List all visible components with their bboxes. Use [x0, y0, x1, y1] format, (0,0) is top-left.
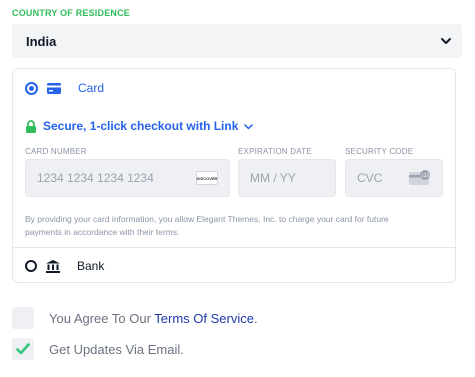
country-label: COUNTRY OF RESIDENCE: [12, 8, 131, 18]
svg-text:123: 123: [421, 173, 430, 179]
bank-icon: [46, 259, 60, 273]
lock-icon: [26, 119, 36, 133]
link-checkout-text: Secure, 1-click checkout with Link: [43, 119, 239, 133]
email-updates-row: Get Updates Via Email.: [12, 338, 184, 360]
security-code-label: SECURITY CODE: [345, 147, 414, 156]
security-code-placeholder: CVC: [357, 171, 383, 185]
email-updates-checkbox[interactable]: [12, 338, 34, 360]
discover-card-icon: DISCOVER: [196, 171, 218, 185]
country-select[interactable]: India: [12, 24, 462, 58]
bank-radio-unselected[interactable]: [25, 260, 37, 272]
terms-agreement-row: You Agree To Our Terms Of Service.: [12, 307, 258, 329]
payment-divider: [13, 247, 455, 248]
checkmark-icon: [16, 343, 30, 355]
terms-prefix: You Agree To Our: [49, 310, 155, 326]
card-option-label: Card: [78, 81, 105, 95]
bank-option-label: Bank: [77, 259, 105, 273]
link-checkout-toggle[interactable]: Secure, 1-click checkout with Link: [25, 119, 254, 133]
chevron-down-icon: [244, 123, 254, 129]
payment-option-bank[interactable]: Bank: [25, 259, 104, 273]
chevron-down-icon: [441, 38, 451, 44]
country-select-value: India: [26, 33, 57, 49]
expiration-label: EXPIRATION DATE: [238, 147, 312, 156]
card-number-label: CARD NUMBER: [25, 147, 87, 156]
discover-brand-text: DISCOVER: [196, 175, 218, 181]
card-radio-selected[interactable]: [25, 81, 38, 95]
security-code-input[interactable]: CVC 123: [345, 159, 443, 197]
payment-option-card[interactable]: Card: [25, 81, 104, 95]
expiration-placeholder: MM / YY: [250, 171, 296, 185]
payment-method-box: Card Secure, 1-click checkout with Link …: [12, 68, 456, 283]
terms-suffix: .: [253, 310, 258, 326]
card-number-input[interactable]: 1234 1234 1234 1234 DISCOVER: [25, 159, 230, 197]
cvc-card-icon: 123: [409, 170, 430, 185]
expiration-input[interactable]: MM / YY: [238, 159, 336, 197]
credit-card-icon: [47, 82, 61, 94]
card-number-placeholder: 1234 1234 1234 1234: [37, 171, 154, 185]
terms-checkbox[interactable]: [12, 307, 34, 329]
terms-of-service-link[interactable]: Terms Of Service: [154, 311, 254, 326]
terms-text: You Agree To Our Terms Of Service.: [49, 311, 258, 326]
card-authorization-note: By providing your card information, you …: [25, 214, 389, 237]
email-updates-label: Get Updates Via Email.: [49, 341, 184, 357]
